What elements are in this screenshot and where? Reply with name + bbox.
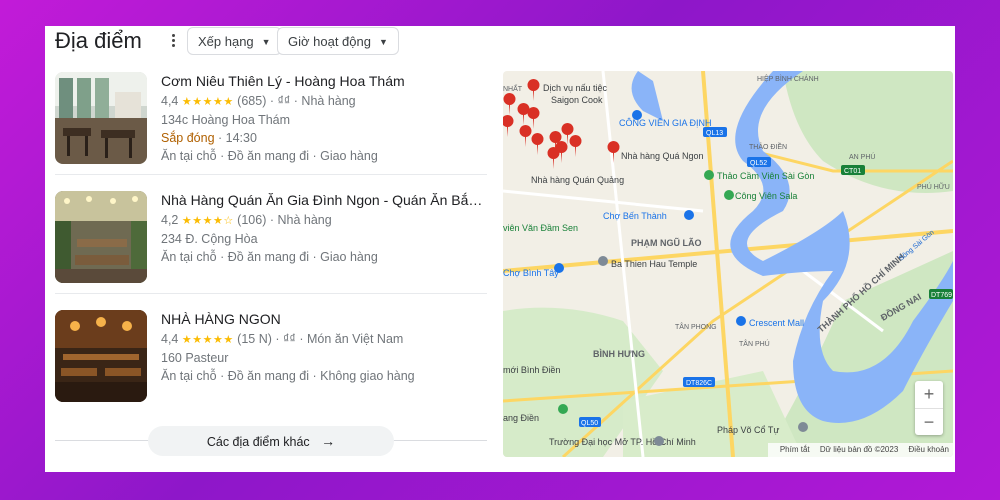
road-shield: QL52 [750,160,767,167]
map-label: viên Văn Đầm Sen [503,223,578,233]
map-label: mới Bình Điền [503,365,560,375]
place-info: Nhà Hàng Quán Ăn Gia Đình Ngon - Quán Ăn… [161,191,487,266]
map-label: Crescent Mall [749,318,804,328]
zoom-in-button[interactable]: + [915,381,943,409]
road-shield: QL13 [706,130,723,137]
place-category: Món ăn Việt Nam [306,332,404,346]
map-label: Nhà hàng Quá Ngon [621,151,704,161]
map-label: Chợ Bến Thành [603,211,667,221]
keyboard-shortcuts-link[interactable]: Phím tắt [780,445,810,454]
places-header: Địa điểm Xếp hạng ▼ Giờ hoạt động ▼ [55,26,935,60]
price-level: ₫₫ [277,94,291,108]
filter-rating-button[interactable]: Xếp hạng ▼ [187,27,282,55]
map-attribution: Phím tắt Dữ liệu bản đồ ©2023 Điều khoản [767,443,953,457]
more-places-button[interactable]: Các địa điểm khác → [148,426,394,456]
place-name[interactable]: Cơm Niêu Thiên Lý - Hoàng Hoa Thám [161,72,487,90]
more-options-icon[interactable] [167,34,179,50]
place-photo[interactable] [55,310,147,402]
road-shield: DT769 [931,292,952,299]
price-level: ₫₫ [283,332,296,346]
closing-time: 14:30 [225,131,257,145]
review-count: (685) [237,94,267,108]
map-label: Ba Thien Hau Temple [611,259,697,269]
map-label: HIỆP BÌNH CHÁNH [757,74,819,83]
review-count: (15 N) [237,332,272,346]
star-rating-icon: ★★★★★ [181,334,234,346]
list-item[interactable]: NHÀ HÀNG NGON 4,4 ★★★★★ (15 N) · ₫₫ · Mó… [55,304,487,412]
place-address: 234 Đ. Cộng Hòa [161,232,258,246]
place-address: 134c Hoàng Hoa Thám [161,113,291,127]
zoom-out-button[interactable]: − [915,409,943,436]
more-places-label: Các địa điểm khác [206,435,310,449]
service-options: Ăn tại chỗ · Đồ ăn mang đi · Không giao … [161,369,415,383]
place-category: Nhà hàng [301,94,356,108]
arrow-right-icon: → [321,433,336,449]
road-shield: CT01 [844,168,861,175]
service-options: Ăn tại chỗ · Đồ ăn mang đi · Giao hàng [161,149,378,163]
map-view[interactable]: CÔNG VIÊN GIA ĐỊNH Dịch vụ nấu tiệc Saig… [503,71,953,457]
terms-link[interactable]: Điều khoản [909,445,949,454]
map-label: ang Điền [503,413,539,423]
map-label: Dịch vụ nấu tiệc [543,83,608,93]
rating-row: 4,4 ★★★★★ (685) · ₫₫ · Nhà hàng [161,94,356,108]
rating-row: 4,2 ★★★★☆ (106) · Nhà hàng [161,213,332,227]
map-label: CÔNG VIÊN GIA ĐỊNH [619,118,712,128]
status-badge: Sắp đóng [161,131,215,145]
map-label: PHÚ HỮU [917,182,950,191]
rating-row: 4,4 ★★★★★ (15 N) · ₫₫ · Món ăn Việt Nam [161,332,404,346]
map-label: BÌNH HƯNG [593,349,645,359]
rating-value: 4,4 [161,94,179,108]
place-photo[interactable] [55,191,147,283]
places-list: Cơm Niêu Thiên Lý - Hoàng Hoa Thám 4,4 ★… [55,66,487,422]
review-count: (106) [237,213,267,227]
map-label: Saigon Cook [551,95,603,105]
map-label: PHẠM NGŨ LÃO [631,238,702,248]
map-label: Chợ Bình Tây [503,268,559,278]
place-category: Nhà hàng [277,213,332,227]
chevron-down-icon: ▼ [378,37,388,47]
map-label: Nhà hàng Quán Quảng [531,175,624,185]
place-info: NHÀ HÀNG NGON 4,4 ★★★★★ (15 N) · ₫₫ · Mó… [161,310,487,385]
hours-row: Sắp đóng · 14:30 [161,131,257,145]
place-info: Cơm Niêu Thiên Lý - Hoàng Hoa Thám 4,4 ★… [161,72,487,165]
page-title: Địa điểm [55,28,142,53]
filter-hours-button[interactable]: Giờ hoạt động ▼ [277,27,399,55]
zoom-controls: + − [915,381,943,435]
chevron-down-icon: ▼ [261,37,271,47]
map-label: Công Viên Sala [735,191,797,201]
map-label: Pháp Võ Cổ Tự [717,425,779,435]
star-rating-icon: ★★★★★ [181,96,234,108]
place-photo[interactable] [55,72,147,164]
map-label: TÂN PHONG [675,322,717,331]
road-shield: QL50 [581,420,598,427]
rating-value: 4,2 [161,213,179,227]
map-label: Thảo Cầm Viên Sài Gòn [717,171,814,181]
place-name[interactable]: Nhà Hàng Quán Ăn Gia Đình Ngon - Quán Ăn… [161,191,487,209]
filter-hours-label: Giờ hoạt động [288,34,371,49]
rating-value: 4,4 [161,332,179,346]
road-shield: DT826C [686,380,712,387]
map-label: TÂN PHÚ [739,339,770,348]
map-data-text: Dữ liệu bản đồ ©2023 [819,445,899,454]
filter-rating-label: Xếp hạng [198,34,254,49]
map-label: Trường Đại học Mở TP. Hồ Chí Minh [549,437,696,447]
place-address: 160 Pasteur [161,351,229,365]
list-item[interactable]: Nhà Hàng Quán Ăn Gia Đình Ngon - Quán Ăn… [55,185,487,294]
star-rating-icon: ★★★★☆ [181,215,234,227]
service-options: Ăn tại chỗ · Đồ ăn mang đi · Giao hàng [161,250,378,264]
place-name[interactable]: NHÀ HÀNG NGON [161,310,487,328]
places-card: Địa điểm Xếp hạng ▼ Giờ hoạt động ▼ Cơm … [45,26,955,472]
list-item[interactable]: Cơm Niêu Thiên Lý - Hoàng Hoa Thám 4,4 ★… [55,66,487,175]
map-label: AN PHÚ [849,152,875,161]
